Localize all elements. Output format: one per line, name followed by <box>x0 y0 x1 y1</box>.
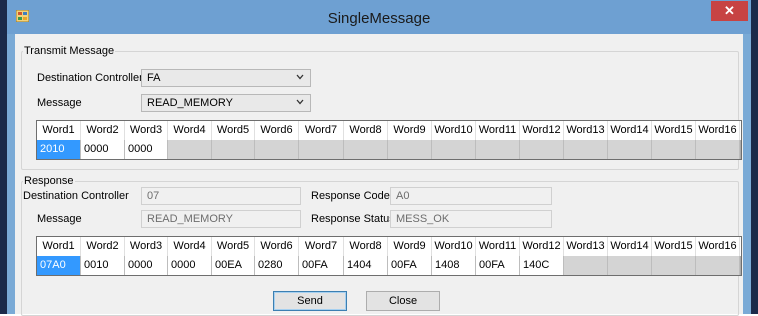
transmit-header-word4[interactable]: Word4 <box>168 121 212 140</box>
transmit-header-word10[interactable]: Word10 <box>432 121 476 140</box>
transmit-cell-word2[interactable]: 0000 <box>81 140 125 159</box>
response-status-field: MESS_OK <box>390 210 552 228</box>
response-cell-word2[interactable]: 0010 <box>81 256 125 275</box>
response-cell-word4[interactable]: 0000 <box>168 256 212 275</box>
response-cell-word11[interactable]: 00FA <box>476 256 520 275</box>
transmit-destination-value: FA <box>147 72 161 84</box>
transmit-cell-word15[interactable] <box>652 140 696 159</box>
response-header-word15[interactable]: Word15 <box>652 237 696 256</box>
chevron-down-icon <box>296 99 304 105</box>
response-cell-word7[interactable]: 00FA <box>299 256 344 275</box>
transmit-cell-word6[interactable] <box>255 140 299 159</box>
response-cell-word3[interactable]: 0000 <box>125 256 168 275</box>
response-grid-header: Word1 Word2 Word3 Word4 Word5 Word6 Word7 Word8… <box>37 237 741 256</box>
transmit-message-label: Transmit Message <box>23 45 116 57</box>
transmit-cell-word13[interactable] <box>564 140 608 159</box>
transmit-header-word3[interactable]: Word3 <box>125 121 168 140</box>
transmit-header-word5[interactable]: Word5 <box>212 121 255 140</box>
background-strip-left <box>0 0 7 314</box>
response-header-word4[interactable]: Word4 <box>168 237 212 256</box>
transmit-cell-word5[interactable] <box>212 140 255 159</box>
transmit-message-field-label: Message <box>37 97 82 109</box>
response-cell-word10[interactable]: 1408 <box>432 256 476 275</box>
transmit-cell-word14[interactable] <box>608 140 652 159</box>
title-bar[interactable]: SingleMessage ✕ <box>7 0 751 34</box>
window-title: SingleMessage <box>327 10 431 27</box>
transmit-words-grid: Word1 Word2 Word3 Word4 Word5 Word6 Word7 Word8… <box>36 120 742 160</box>
transmit-cell-word9[interactable] <box>388 140 432 159</box>
response-cell-word5[interactable]: 00EA <box>212 256 255 275</box>
response-header-word8[interactable]: Word8 <box>344 237 388 256</box>
transmit-message-select[interactable]: READ_MEMORY <box>141 94 311 112</box>
transmit-cell-word4[interactable] <box>168 140 212 159</box>
background-strip-right <box>751 0 758 314</box>
transmit-header-word16[interactable]: Word16 <box>696 121 740 140</box>
response-destination-field: 07 <box>141 187 301 205</box>
transmit-header-word6[interactable]: Word6 <box>255 121 299 140</box>
response-cell-word14[interactable] <box>608 256 652 275</box>
transmit-header-word9[interactable]: Word9 <box>388 121 432 140</box>
response-cell-word16[interactable] <box>696 256 740 275</box>
response-destination-label: Destination Controller <box>23 190 129 202</box>
transmit-header-word2[interactable]: Word2 <box>81 121 125 140</box>
transmit-cell-word16[interactable] <box>696 140 740 159</box>
response-header-word14[interactable]: Word14 <box>608 237 652 256</box>
transmit-header-word8[interactable]: Word8 <box>344 121 388 140</box>
transmit-cell-word11[interactable] <box>476 140 520 159</box>
transmit-header-word13[interactable]: Word13 <box>564 121 608 140</box>
transmit-header-word11[interactable]: Word11 <box>476 121 520 140</box>
response-header-word7[interactable]: Word7 <box>299 237 344 256</box>
close-button[interactable]: Close <box>366 291 440 311</box>
transmit-header-word14[interactable]: Word14 <box>608 121 652 140</box>
transmit-cell-word10[interactable] <box>432 140 476 159</box>
transmit-cell-word1[interactable]: 2010 <box>37 140 81 159</box>
transmit-header-word1[interactable]: Word1 <box>37 121 81 140</box>
chevron-down-icon <box>296 74 304 80</box>
response-group-label: Response <box>23 175 75 187</box>
response-code-label: Response Code <box>311 190 390 202</box>
response-cell-word1[interactable]: 07A0 <box>37 256 81 275</box>
response-message-label: Message <box>37 213 82 225</box>
dialog-client-area: Transmit Message Destination Controller … <box>15 34 743 316</box>
close-window-button[interactable]: ✕ <box>711 1 748 21</box>
response-cell-word9[interactable]: 00FA <box>388 256 432 275</box>
transmit-grid-row: 2010 0000 0000 <box>37 140 741 159</box>
response-cell-word8[interactable]: 1404 <box>344 256 388 275</box>
response-header-word11[interactable]: Word11 <box>476 237 520 256</box>
response-code-field: A0 <box>390 187 552 205</box>
response-header-word10[interactable]: Word10 <box>432 237 476 256</box>
response-header-word2[interactable]: Word2 <box>81 237 125 256</box>
response-cell-word15[interactable] <box>652 256 696 275</box>
transmit-cell-word8[interactable] <box>344 140 388 159</box>
response-cell-word12[interactable]: 140C <box>520 256 564 275</box>
transmit-cell-word12[interactable] <box>520 140 564 159</box>
response-header-word12[interactable]: Word12 <box>520 237 564 256</box>
response-header-word3[interactable]: Word3 <box>125 237 168 256</box>
transmit-grid-header: Word1 Word2 Word3 Word4 Word5 Word6 Word7 Word8… <box>37 121 741 140</box>
single-message-window: SingleMessage ✕ Transmit Message Destina… <box>7 0 751 316</box>
response-header-word13[interactable]: Word13 <box>564 237 608 256</box>
transmit-header-word7[interactable]: Word7 <box>299 121 344 140</box>
response-status-label: Response Status <box>311 213 395 225</box>
transmit-message-value: READ_MEMORY <box>147 97 233 109</box>
transmit-destination-select[interactable]: FA <box>141 69 311 87</box>
transmit-cell-word3[interactable]: 0000 <box>125 140 168 159</box>
send-button[interactable]: Send <box>273 291 347 311</box>
response-header-word16[interactable]: Word16 <box>696 237 740 256</box>
transmit-cell-word7[interactable] <box>299 140 344 159</box>
response-words-grid: Word1 Word2 Word3 Word4 Word5 Word6 Word7 Word8… <box>36 236 742 276</box>
response-header-word5[interactable]: Word5 <box>212 237 255 256</box>
response-header-word9[interactable]: Word9 <box>388 237 432 256</box>
response-header-word1[interactable]: Word1 <box>37 237 81 256</box>
response-message-field: READ_MEMORY <box>141 210 301 228</box>
transmit-destination-label: Destination Controller <box>37 72 143 84</box>
transmit-header-word12[interactable]: Word12 <box>520 121 564 140</box>
response-cell-word13[interactable] <box>564 256 608 275</box>
response-header-word6[interactable]: Word6 <box>255 237 299 256</box>
transmit-header-word15[interactable]: Word15 <box>652 121 696 140</box>
response-grid-row: 07A0 0010 0000 0000 00EA 0280 00FA 1404 00FA 1408… <box>37 256 741 275</box>
response-cell-word6[interactable]: 0280 <box>255 256 299 275</box>
